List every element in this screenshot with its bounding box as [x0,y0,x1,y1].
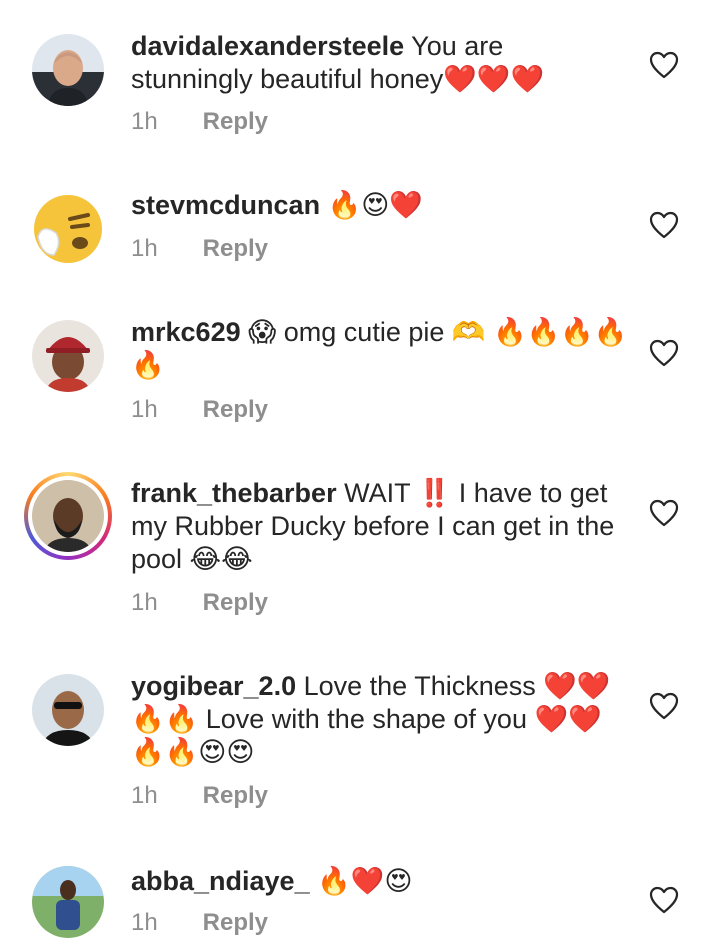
comment-meta: 1h Reply [131,588,268,618]
avatar-image [32,320,104,392]
reply-button[interactable]: Reply [203,589,268,616]
avatar[interactable] [32,193,104,265]
heart-outline-icon[interactable] [648,691,680,721]
comment-body: 🔥❤️😍 [317,866,413,896]
comment-username[interactable]: frank_thebarber [131,478,337,508]
avatar[interactable] [32,866,104,938]
comment-time: 1h [131,589,158,616]
comment-meta: 1h Reply [131,395,268,425]
heart-outline-icon[interactable] [648,338,680,368]
comment-username[interactable]: davidalexandersteele [131,31,404,61]
heart-outline-icon[interactable] [648,885,680,915]
comment-text-block: frank_thebarber WAIT ‼️ I have to get my… [131,477,629,576]
heart-outline-icon[interactable] [648,210,680,240]
avatar-image [32,866,104,938]
comment-time: 1h [131,782,158,809]
comment-text-block: mrkc629 😱 omg cutie pie 🫶 🔥🔥🔥🔥🔥 [131,316,629,382]
heart-outline-icon[interactable] [648,498,680,528]
reply-button[interactable]: Reply [203,108,268,135]
comment-meta: 1h Reply [131,107,268,137]
avatar [32,480,104,552]
comment-username[interactable]: yogibear_2.0 [131,671,296,701]
comment-text-block: yogibear_2.0 Love the Thickness ❤️❤️🔥🔥 L… [131,670,629,769]
comment-text-block: abba_ndiaye_ 🔥❤️😍 [131,865,629,898]
reply-button[interactable]: Reply [203,782,268,809]
avatar[interactable] [32,320,104,392]
reply-button[interactable]: Reply [203,396,268,423]
comment-body: 🔥😍❤️ [327,190,423,220]
comment-time: 1h [131,108,158,135]
avatar-image [34,195,102,263]
comment-username[interactable]: abba_ndiaye_ [131,866,310,896]
comment-meta: 1h Reply [131,781,268,811]
comment-meta: 1h Reply [131,908,268,938]
avatar[interactable] [32,674,104,746]
reply-button[interactable]: Reply [203,235,268,262]
comment-meta: 1h Reply [131,234,268,264]
reply-button[interactable]: Reply [203,909,268,936]
comment-username[interactable]: stevmcduncan [131,190,320,220]
avatar-image [32,480,104,552]
comment-text-block: stevmcduncan 🔥😍❤️ [131,189,629,222]
comment-time: 1h [131,235,158,262]
avatar-image [32,34,104,106]
comment-time: 1h [131,909,158,936]
avatar-image [32,674,104,746]
comment-text-block: davidalexandersteele You are stunningly … [131,30,629,96]
comment-time: 1h [131,396,158,423]
story-ring[interactable] [24,472,112,560]
heart-outline-icon[interactable] [648,50,680,80]
comment-username[interactable]: mrkc629 [131,317,241,347]
avatar[interactable] [32,34,104,106]
